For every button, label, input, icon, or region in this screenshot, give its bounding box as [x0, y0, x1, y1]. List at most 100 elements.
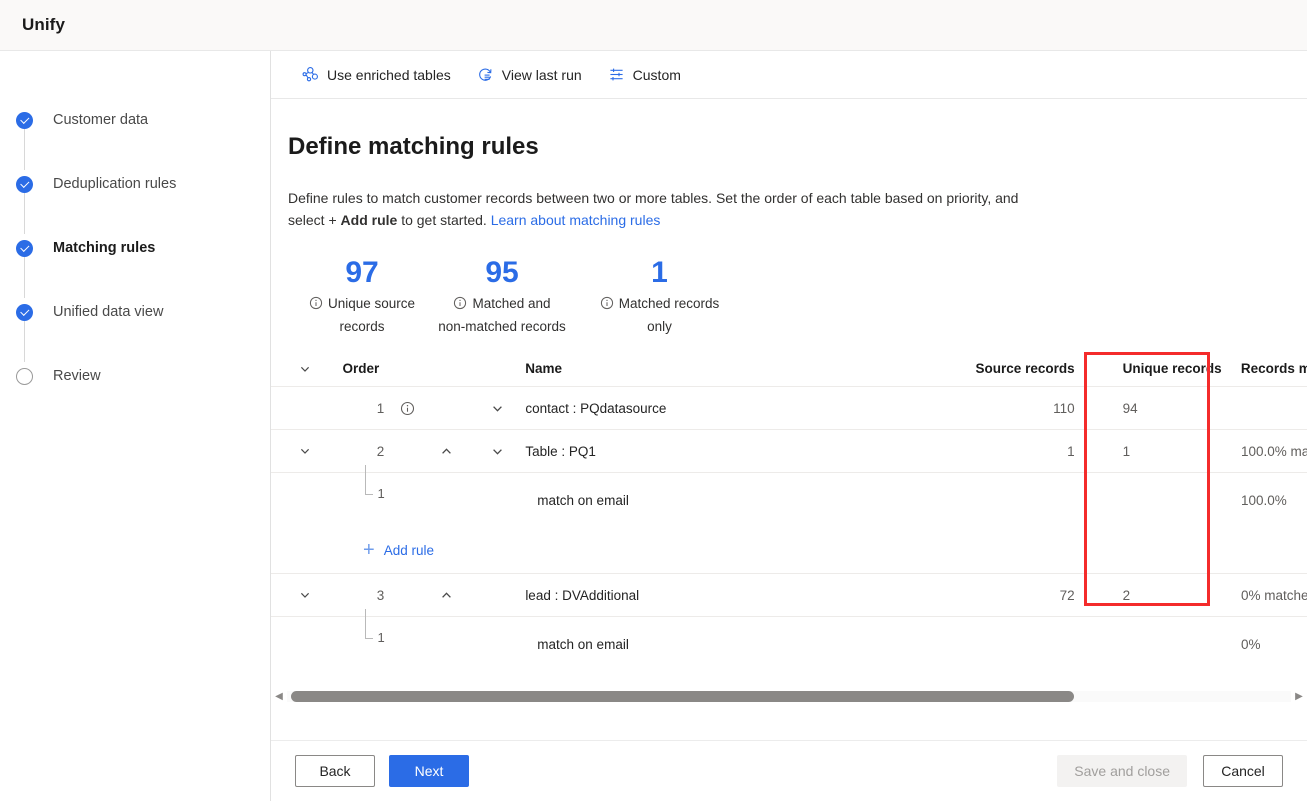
sidebar-item-deduplication-rules[interactable]: Deduplication rules — [0, 170, 270, 198]
plus-icon: + — [363, 539, 375, 561]
stat-value: 97 — [345, 256, 379, 289]
row-records-matched: 100.0% mat — [1240, 443, 1307, 459]
back-button[interactable]: Back — [295, 755, 375, 787]
rule-records-matched: 100.0% — [1240, 492, 1287, 508]
learn-about-matching-rules-link[interactable]: Learn about matching rules — [491, 212, 661, 228]
check-circle-icon — [16, 239, 33, 257]
table-row[interactable]: 3 lead : DVAdditional 72 2 0% matche — [271, 574, 1307, 617]
rule-name: match on email — [537, 636, 629, 652]
matching-rules-table-region: Order Name Source records Unique records… — [271, 351, 1307, 718]
sidebar-item-matching-rules[interactable]: Matching rules — [0, 234, 270, 262]
rule-records-matched: 0% — [1240, 636, 1261, 652]
rule-row[interactable]: 1 match on email 100.0% — [271, 465, 1307, 527]
command-label: Custom — [632, 66, 681, 83]
add-rule-row[interactable]: + Add rule — [271, 527, 1307, 574]
column-header-unique-records[interactable]: Unique records — [1097, 361, 1222, 376]
sidebar-item-review[interactable]: Review — [0, 362, 270, 390]
rule-order: 1 — [377, 630, 385, 645]
sidebar-item-label: Customer data — [53, 112, 149, 128]
stats-strip: 97 Unique source records 95 Matched and … — [292, 255, 1307, 337]
table-row[interactable]: 2 Table: PQ1 1 1 100.0% mat — [271, 430, 1307, 473]
history-clock-icon — [477, 66, 494, 83]
use-enriched-tables-button[interactable]: Use enriched tables — [300, 62, 453, 87]
stat-matched-and-non-matched-records: 95 Matched and non-matched records — [432, 255, 572, 337]
check-circle-icon — [16, 111, 33, 129]
check-circle-icon — [16, 175, 33, 193]
row-order: 2 — [376, 443, 385, 459]
wizard-footer: Back Next Save and close Cancel — [271, 740, 1307, 801]
scrollbar-track[interactable] — [287, 690, 1291, 702]
step-connector — [24, 320, 25, 362]
sidebar-item-label: Unified data view — [53, 304, 164, 320]
custom-button[interactable]: Custom — [606, 62, 683, 87]
row-unique-records: 94 — [1122, 400, 1138, 416]
enrich-graph-icon — [302, 66, 319, 83]
wizard-sidebar: Customer data Deduplication rules Matchi… — [0, 51, 271, 801]
step-connector — [24, 192, 25, 234]
view-last-run-button[interactable]: View last run — [475, 62, 584, 87]
move-up-chevron-icon[interactable] — [424, 584, 470, 606]
sidebar-item-label: Matching rules — [53, 240, 156, 256]
row-name: contact : PQdatasource — [525, 400, 667, 416]
stat-value: 95 — [485, 256, 519, 289]
row-name: Table : PQ1 — [525, 443, 596, 459]
column-header-records-matched[interactable]: Records ma — [1222, 361, 1307, 376]
info-icon[interactable] — [309, 295, 323, 316]
page-title: Define matching rules — [288, 133, 539, 160]
row-source-records: 110 — [1053, 400, 1075, 416]
move-down-chevron-icon[interactable] — [470, 440, 526, 462]
stat-unique-source-records: 97 Unique source records — [292, 255, 432, 337]
cancel-button[interactable]: Cancel — [1203, 755, 1283, 787]
expand-all-chevron-icon[interactable] — [271, 358, 339, 380]
stat-label: Matched records only — [572, 293, 747, 337]
stat-label: Unique source records — [292, 293, 432, 337]
column-header-name[interactable]: Name — [525, 361, 937, 376]
empty-circle-icon — [16, 367, 33, 385]
page-description-bold: Add rule — [340, 212, 398, 228]
column-header-source-records[interactable]: Source records — [938, 361, 1097, 376]
scroll-right-arrow-icon[interactable]: ▶ — [1291, 691, 1307, 702]
horizontal-scrollbar[interactable]: ◀ ▶ — [271, 681, 1307, 711]
add-rule-button[interactable]: + Add rule — [363, 539, 434, 561]
info-icon[interactable] — [600, 295, 614, 316]
stat-label-line2: only — [647, 319, 672, 334]
move-down-chevron-icon[interactable] — [470, 397, 526, 419]
stat-label-line1: Unique source — [327, 296, 416, 311]
row-source-records: 1 — [1067, 443, 1075, 459]
sidebar-item-customer-data[interactable]: Customer data — [0, 106, 270, 134]
move-up-chevron-icon[interactable] — [424, 440, 470, 462]
command-label: Use enriched tables — [327, 66, 451, 83]
info-icon[interactable] — [453, 295, 467, 316]
scroll-left-arrow-icon[interactable]: ◀ — [271, 691, 287, 702]
command-label: View last run — [501, 66, 582, 83]
rule-row[interactable]: 1 match on email 0% — [271, 609, 1307, 671]
group-expand-chevron-icon[interactable] — [271, 584, 339, 606]
column-header-order[interactable]: Order — [339, 361, 391, 376]
save-and-close-button[interactable]: Save and close — [1057, 755, 1187, 787]
stat-matched-records-only: 1 Matched records only — [572, 255, 747, 337]
check-circle-icon — [16, 303, 33, 321]
sidebar-item-label: Review — [53, 368, 101, 384]
step-connector — [24, 256, 25, 298]
next-button[interactable]: Next — [389, 755, 469, 787]
stat-label-line2: non-matched records — [438, 319, 566, 334]
row-source-records: 72 — [1059, 587, 1075, 603]
scrollbar-thumb[interactable] — [291, 690, 1075, 702]
stat-label-line1: Matched records — [618, 296, 720, 311]
tree-branch-icon: 1 — [339, 609, 391, 671]
table-row[interactable]: 1 contact: PQdatasource 110 94 — [271, 387, 1307, 430]
add-rule-label: Add rule — [383, 542, 434, 558]
page-description-part2: to get started. — [397, 212, 491, 228]
row-info-icon[interactable] — [390, 401, 424, 416]
group-expand-chevron-icon[interactable] — [271, 440, 339, 462]
sliders-icon — [608, 66, 625, 83]
stat-label-line1: Matched and — [472, 296, 551, 311]
sidebar-item-label: Deduplication rules — [53, 176, 177, 192]
sidebar-item-unified-data-view[interactable]: Unified data view — [0, 298, 270, 326]
stat-label: Matched and non-matched records — [432, 293, 572, 337]
matching-rules-table: Order Name Source records Unique records… — [271, 351, 1307, 718]
page-description: Define rules to match customer records b… — [288, 187, 1028, 231]
wizard-steps: Customer data Deduplication rules Matchi… — [0, 106, 270, 390]
tree-branch-icon: 1 — [339, 465, 391, 527]
app-header: Unify — [0, 0, 1307, 51]
